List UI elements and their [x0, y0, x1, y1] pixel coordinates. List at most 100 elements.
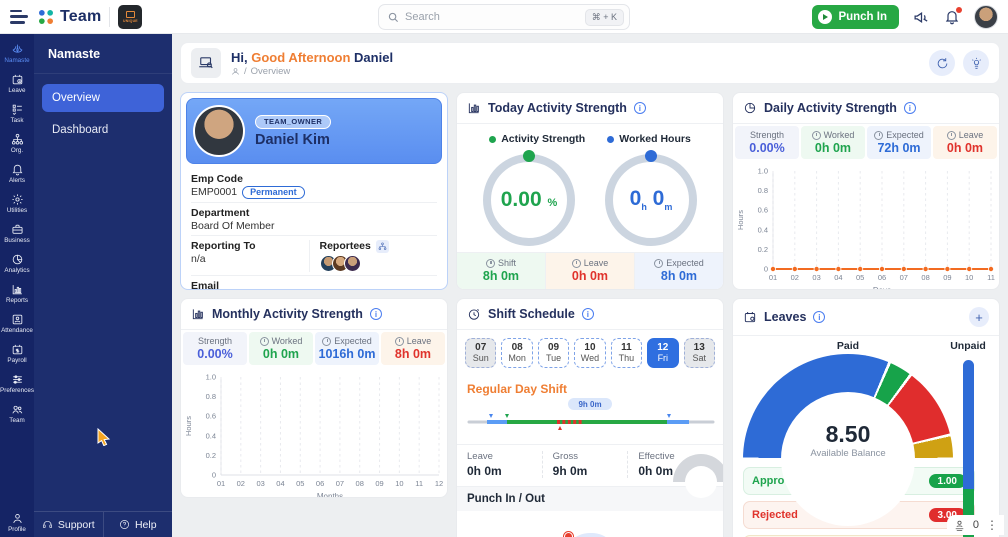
- sidebar-rail-item-attendance[interactable]: Attendance: [0, 308, 34, 338]
- sidebar-rail-item-business[interactable]: Business: [0, 218, 34, 248]
- punch-in-button[interactable]: Punch In: [812, 5, 899, 29]
- svg-text:Months: Months: [317, 492, 343, 498]
- sidebar-item-overview[interactable]: Overview: [42, 84, 164, 112]
- svg-text:10: 10: [965, 273, 973, 282]
- lightbulb-icon: [970, 57, 983, 70]
- svg-text:0.4: 0.4: [206, 431, 216, 440]
- greeting-highlight: Good Afternoon: [251, 50, 350, 65]
- info-icon[interactable]: i: [813, 311, 825, 323]
- floating-user-widget[interactable]: 0 ⋮: [947, 515, 1004, 535]
- stat-leave: Leave8h 0m: [381, 332, 445, 365]
- svg-text:0: 0: [764, 265, 768, 274]
- notifications-bell-icon[interactable]: [944, 9, 960, 25]
- breadcrumb-current[interactable]: Overview: [251, 66, 291, 77]
- sidebar-rail-item-leave[interactable]: Leave: [0, 68, 34, 98]
- info-icon[interactable]: i: [582, 308, 594, 320]
- app-logo[interactable]: Team: [36, 7, 101, 27]
- svg-text:10: 10: [395, 479, 403, 488]
- monthly-stats-row: Strength0.00%Worked0h 0mExpected1016h 0m…: [181, 330, 447, 367]
- hamburger-menu-icon[interactable]: [10, 10, 28, 24]
- company-logo[interactable]: UNIQUE: [118, 5, 142, 29]
- reportee-avatar[interactable]: [344, 255, 361, 272]
- role-badge: TEAM_OWNER: [255, 115, 331, 129]
- pie-chart-icon: [743, 101, 757, 115]
- svg-text:Days: Days: [873, 286, 891, 290]
- cards-grid: TEAM_OWNER Daniel Kim Emp Code EMP0001 P…: [180, 92, 1000, 537]
- svg-text:04: 04: [834, 273, 842, 282]
- user-avatar[interactable]: [974, 5, 998, 29]
- clock-icon: [467, 307, 481, 321]
- daily-activity-card: Daily Activity Strength i Strength0.00%W…: [732, 92, 1000, 290]
- legend-item: Activity Strength: [489, 133, 585, 145]
- profile-avatar[interactable]: [193, 105, 245, 157]
- department-value: Board Of Member: [191, 220, 437, 232]
- punch-section-title: Punch In / Out: [457, 487, 723, 511]
- announcements-megaphone-icon[interactable]: [913, 9, 930, 26]
- sidebar-rail-item-profile[interactable]: Profile: [0, 507, 34, 537]
- sidebar-rail-item-org[interactable]: Org.: [0, 128, 34, 158]
- today-activity-card: Today Activity Strength i Activity Stren…: [456, 92, 724, 290]
- day-chip-sun[interactable]: 07Sun: [465, 338, 496, 368]
- global-search[interactable]: ⌘ + K: [378, 4, 630, 30]
- paid-label: Paid: [743, 340, 953, 352]
- sidebar-rail-item-task[interactable]: Task: [0, 98, 34, 128]
- sidebar-rail-item-analytics[interactable]: Analytics: [0, 248, 34, 278]
- reports-bars-icon: [11, 283, 24, 296]
- svg-text:0.6: 0.6: [758, 206, 768, 215]
- sidebar-rail-item-alerts[interactable]: Alerts: [0, 158, 34, 188]
- emp-code-row: Emp Code EMP0001 Permanent: [191, 169, 437, 203]
- info-icon[interactable]: i: [904, 102, 916, 114]
- info-icon[interactable]: i: [634, 102, 646, 114]
- online-count: 0: [973, 519, 979, 531]
- sidebar-rail-item-utilities[interactable]: Utilities: [0, 188, 34, 218]
- svg-text:03: 03: [812, 273, 820, 282]
- daily-stats-row: Strength0.00%Worked0h 0mExpected72h 0mLe…: [733, 124, 999, 161]
- support-button[interactable]: Support: [34, 512, 103, 537]
- question-icon: [119, 519, 130, 530]
- reportee-avatars[interactable]: [320, 255, 438, 272]
- topbar-right: Punch In: [812, 0, 998, 34]
- info-icon[interactable]: i: [370, 308, 382, 320]
- svg-text:0.6: 0.6: [206, 412, 216, 421]
- reporting-value: n/a: [191, 253, 309, 265]
- sidebar-item-dashboard[interactable]: Dashboard: [42, 116, 164, 144]
- greeting-bar: Hi, Good Afternoon Daniel / Overview: [180, 42, 1000, 84]
- org-tree-icon[interactable]: [376, 240, 389, 253]
- stat-worked: Worked0h 0m: [249, 332, 313, 365]
- org-chart-icon: [11, 133, 24, 146]
- day-chip-thu[interactable]: 11Thu: [611, 338, 642, 368]
- stat-expected: Expected72h 0m: [867, 126, 931, 159]
- profile-person-icon: [11, 512, 24, 525]
- sidebar-rail-item-namaste[interactable]: Namaste: [0, 38, 34, 68]
- day-chip-wed[interactable]: 10Wed: [574, 338, 605, 368]
- stat-shift: Shift8h 0m: [457, 253, 545, 289]
- help-button[interactable]: Help: [103, 512, 173, 537]
- day-chip-sat[interactable]: 13Sat: [684, 338, 715, 368]
- department-row: Department Board Of Member: [191, 203, 437, 236]
- emp-code-value: EMP0001: [191, 186, 237, 198]
- sidebar-panel-title: Namaste: [34, 34, 172, 74]
- day-chip-mon[interactable]: 08Mon: [501, 338, 532, 368]
- utilities-gear-icon: [11, 193, 24, 206]
- shift-timeline: 9h 0m: [457, 396, 723, 445]
- svg-text:07: 07: [900, 273, 908, 282]
- svg-text:06: 06: [316, 479, 324, 488]
- legend-item: Worked Hours: [607, 133, 691, 145]
- day-chip-fri[interactable]: 12Fri: [647, 338, 678, 368]
- sidebar-rail-item-reports[interactable]: Reports: [0, 278, 34, 308]
- day-chip-tue[interactable]: 09Tue: [538, 338, 569, 368]
- sidebar-rail-item-payroll[interactable]: Payroll: [0, 338, 34, 368]
- daily-line-chart: 00.20.40.60.81.00102030405060708091011Ho…: [733, 161, 999, 290]
- brand-name: Team: [60, 8, 101, 26]
- profile-header[interactable]: TEAM_OWNER Daniel Kim: [186, 98, 442, 164]
- svg-text:01: 01: [217, 479, 225, 488]
- tips-button[interactable]: [963, 50, 989, 76]
- dashboard-page: Team UNIQUE ⌘ + K Punch In N: [0, 0, 1008, 537]
- more-options-icon[interactable]: ⋮: [986, 518, 998, 532]
- unpaid-label: Unpaid: [947, 340, 989, 352]
- add-leave-button[interactable]: +: [969, 307, 989, 327]
- sidebar-rail-item-team[interactable]: Team: [0, 398, 34, 428]
- search-input[interactable]: [405, 11, 579, 23]
- sidebar-rail-item-preferences[interactable]: Preferences: [0, 368, 34, 398]
- refresh-button[interactable]: [929, 50, 955, 76]
